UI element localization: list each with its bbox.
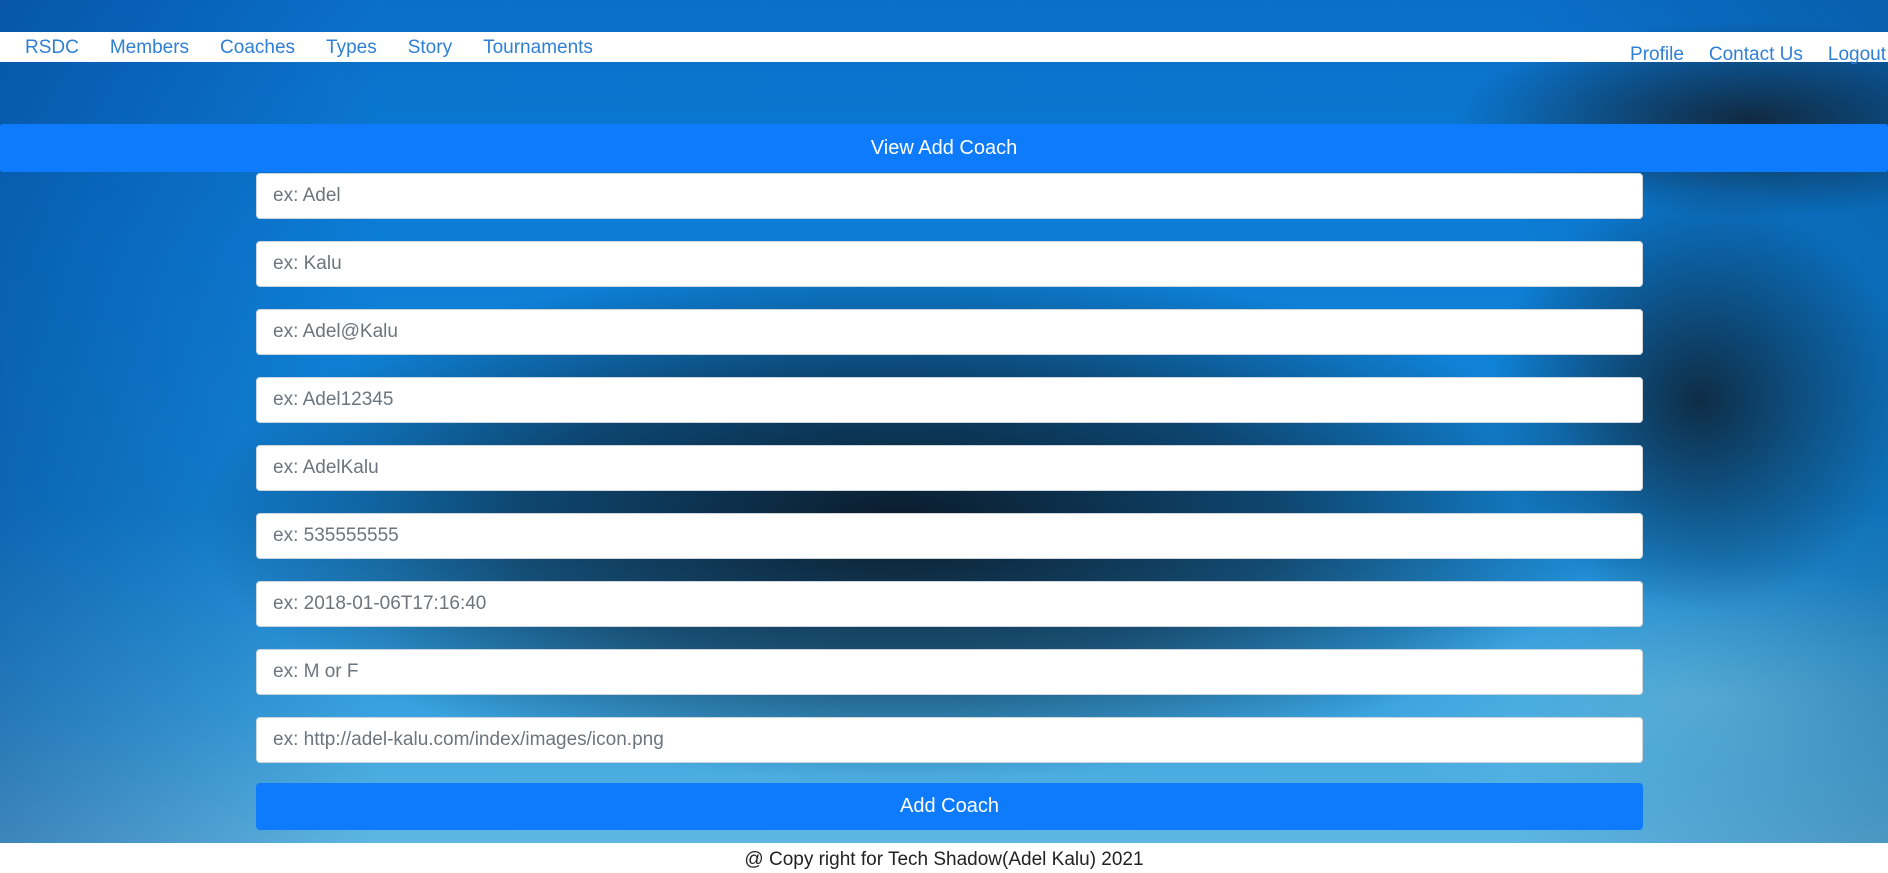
footer-copyright: @ Copy right for Tech Shadow(Adel Kalu) … — [744, 849, 1144, 870]
last-name-field[interactable] — [256, 241, 1643, 287]
image-url-field[interactable] — [256, 717, 1643, 763]
nav-link-contact-us[interactable]: Contact Us — [1709, 38, 1803, 72]
nav-link-logout[interactable]: Logout — [1828, 38, 1886, 72]
nav-left-group: RSDC Members Coaches Types Story Tournam… — [25, 32, 593, 64]
gender-field[interactable] — [256, 649, 1643, 695]
first-name-field[interactable] — [256, 173, 1643, 219]
nav-link-story[interactable]: Story — [408, 32, 452, 64]
phone-field[interactable] — [256, 513, 1643, 559]
nav-link-types[interactable]: Types — [326, 32, 377, 64]
username-field[interactable] — [256, 445, 1643, 491]
top-navbar: RSDC Members Coaches Types Story Tournam… — [0, 32, 1888, 62]
nav-brand-link[interactable]: RSDC — [25, 32, 79, 64]
nav-link-tournaments[interactable]: Tournaments — [483, 32, 593, 64]
form-header: View Add Coach — [0, 124, 1888, 172]
birthdate-field[interactable] — [256, 581, 1643, 627]
nav-link-profile[interactable]: Profile — [1630, 38, 1684, 72]
add-coach-form: Add Coach — [256, 173, 1643, 830]
nav-link-members[interactable]: Members — [110, 32, 189, 64]
nav-right-group: Profile Contact Us Logout — [1630, 38, 1886, 72]
nav-link-coaches[interactable]: Coaches — [220, 32, 295, 64]
add-coach-button[interactable]: Add Coach — [256, 783, 1643, 830]
email-field[interactable] — [256, 309, 1643, 355]
footer: @ Copy right for Tech Shadow(Adel Kalu) … — [0, 843, 1888, 873]
password-field[interactable] — [256, 377, 1643, 423]
